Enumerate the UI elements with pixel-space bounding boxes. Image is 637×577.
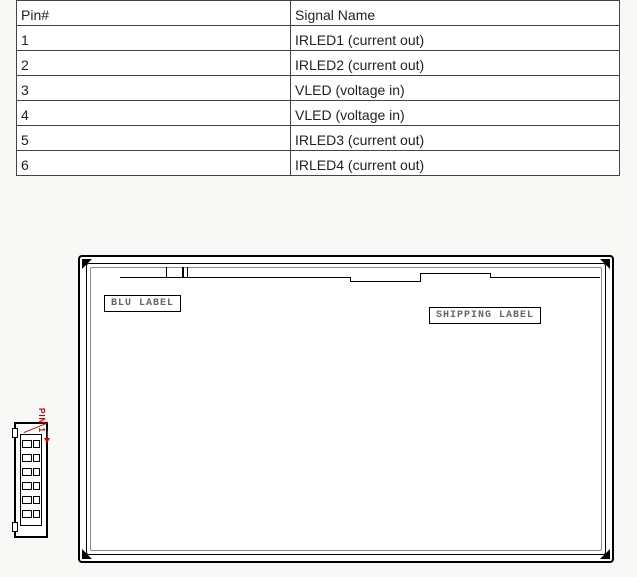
table-row: 2 IRLED2 (current out) — [17, 51, 620, 76]
connector-contact-icon — [33, 440, 40, 448]
cell-signal: VLED (voltage in) — [291, 101, 620, 126]
cell-pin: 5 — [17, 126, 291, 151]
corner-gusset-icon — [600, 549, 610, 559]
blu-label-marker: BLU LABEL — [104, 295, 181, 312]
connector-contact-icon — [33, 510, 40, 518]
cell-signal: VLED (voltage in) — [291, 76, 620, 101]
connector-pin-icon — [22, 510, 32, 518]
connector-pin-icon — [22, 454, 32, 462]
connector-contact-icon — [33, 468, 40, 476]
table-row: 4 VLED (voltage in) — [17, 101, 620, 126]
cell-signal: IRLED3 (current out) — [291, 126, 620, 151]
connector-pin-icon — [22, 482, 32, 490]
corner-gusset-icon — [600, 259, 610, 269]
corner-gusset-icon — [82, 259, 92, 269]
header-signal: Signal Name — [291, 1, 620, 26]
cell-pin: 1 — [17, 26, 291, 51]
connector-ear-icon — [12, 522, 18, 532]
cell-signal: IRLED4 (current out) — [291, 151, 620, 176]
connector-ear-icon — [12, 428, 18, 438]
table-header-row: Pin# Signal Name — [17, 1, 620, 26]
cell-pin: 4 — [17, 101, 291, 126]
pin-assignment-table: Pin# Signal Name 1 IRLED1 (current out) … — [16, 0, 620, 176]
connector-contact-icon — [33, 454, 40, 462]
table-row: 3 VLED (voltage in) — [17, 76, 620, 101]
cell-pin: 2 — [17, 51, 291, 76]
page-root: Pin# Signal Name 1 IRLED1 (current out) … — [0, 0, 637, 577]
cell-signal: IRLED2 (current out) — [291, 51, 620, 76]
cell-pin: 6 — [17, 151, 291, 176]
pin1-leader-line — [24, 421, 50, 433]
connector-pin-icon — [22, 468, 32, 476]
connector-contact-icon — [33, 496, 40, 504]
mechanical-drawing: BLU LABEL SHIPPING LABEL PIN 1 — [0, 255, 637, 565]
led-connector-outline — [14, 422, 48, 538]
cell-signal: IRLED1 (current out) — [291, 26, 620, 51]
connector-contact-icon — [33, 482, 40, 490]
table-row: 6 IRLED4 (current out) — [17, 151, 620, 176]
header-pin: Pin# — [17, 1, 291, 26]
connector-pin-icon — [22, 440, 32, 448]
cell-pin: 3 — [17, 76, 291, 101]
connector-pin-icon — [22, 496, 32, 504]
table-row: 5 IRLED3 (current out) — [17, 126, 620, 151]
shipping-label-marker: SHIPPING LABEL — [429, 307, 541, 324]
corner-gusset-icon — [82, 549, 92, 559]
table-row: 1 IRLED1 (current out) — [17, 26, 620, 51]
